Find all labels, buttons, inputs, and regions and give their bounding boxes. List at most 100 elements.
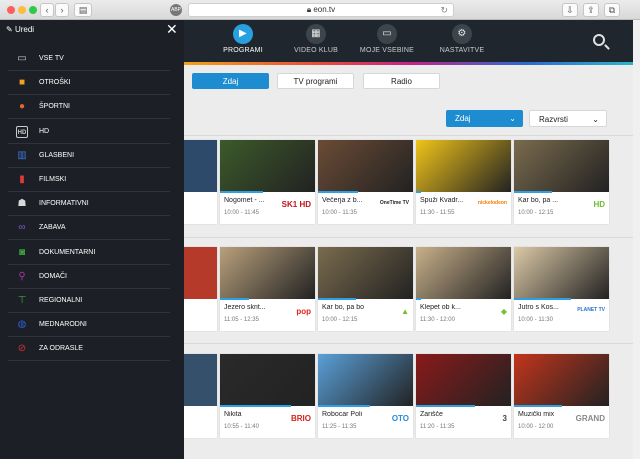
zoom-window-button[interactable] xyxy=(29,6,37,14)
tabs-overview-icon[interactable]: ⧉ xyxy=(604,3,620,17)
category-label: DOMAČI xyxy=(39,272,67,280)
program-card[interactable]: Večerja z b... 10:00 - 11:35 OneTime TV xyxy=(318,140,413,224)
program-card[interactable]: Jutro s Kos... 10:00 - 11:30 PLANET TV xyxy=(514,247,609,331)
minimize-window-button[interactable] xyxy=(18,6,26,14)
search-icon[interactable] xyxy=(593,34,605,46)
progress-bar xyxy=(220,191,263,193)
program-time: 11:30 - 12:00 xyxy=(420,317,455,323)
channel-logo: ▲ xyxy=(401,307,409,316)
program-card[interactable]: Kar bo, pa bo 10:00 - 12:15 ▲ xyxy=(318,247,413,331)
channel-logo: pop xyxy=(296,307,311,316)
nav-label: MOJE VSEBINE xyxy=(359,47,415,54)
nav-label: PROGRAMI xyxy=(223,47,263,54)
location-pin-icon: ⚲ xyxy=(18,270,26,282)
tab-tv-programi[interactable]: TV programi xyxy=(277,73,354,89)
category-item[interactable]: ∞ ZABAVA xyxy=(8,216,170,241)
progress-bar xyxy=(514,405,562,407)
app-header: ▶ PROGRAMI ▦ VIDEO KLUB ▭ MOJE VSEBINE ⚙… xyxy=(184,20,640,62)
edit-button[interactable]: ✎ Uredi xyxy=(6,25,34,34)
program-card[interactable]: Nogomet - ... 10:00 - 11:45 SK1 HD xyxy=(220,140,315,224)
category-item[interactable]: ⊤ REGIONALNI xyxy=(8,289,170,313)
program-thumbnail xyxy=(318,354,413,406)
sidebar-toggle-icon[interactable]: ▤ xyxy=(74,3,92,17)
url-text: eon.tv xyxy=(313,5,336,14)
program-card[interactable]: Žarišče 11:20 - 11:35 3 xyxy=(416,354,511,438)
scrollbar[interactable] xyxy=(633,20,640,459)
nav-moje-vsebine[interactable]: ▭ MOJE VSEBINE xyxy=(352,24,422,54)
category-item[interactable]: ■ OTROŠKI xyxy=(8,71,170,96)
nav-video-klub[interactable]: ▦ VIDEO KLUB xyxy=(281,24,351,54)
kids-icon: ■ xyxy=(18,77,26,89)
program-card[interactable]: Spuži Kvadr... 11:30 - 11:55 nickelodeon xyxy=(416,140,511,224)
program-title: Kar bo, pa bo xyxy=(322,304,365,311)
film-reel-icon: ▮ xyxy=(19,174,25,185)
category-item[interactable]: HD HD xyxy=(8,120,170,144)
back-button[interactable]: ‹ xyxy=(40,3,54,17)
category-item[interactable]: ⚲ DOMAČI xyxy=(8,265,170,289)
progress-bar xyxy=(514,298,571,300)
time-filter-dropdown[interactable]: Zdaj ⌄ xyxy=(446,110,523,127)
program-card[interactable]: Klepet ob k... 11:30 - 12:00 ◆ xyxy=(416,247,511,331)
program-thumbnail xyxy=(220,247,315,299)
sort-dropdown[interactable]: Razvrsti ⌄ xyxy=(529,110,607,127)
progress-bar xyxy=(220,298,249,300)
category-item[interactable]: ▮ FILMSKI xyxy=(8,168,170,192)
program-time: 10:00 - 12:00 xyxy=(518,424,554,430)
progress-bar xyxy=(416,298,421,300)
close-icon[interactable]: ✕ xyxy=(166,21,178,38)
nav-programi[interactable]: ▶ PROGRAMI xyxy=(208,24,278,54)
program-card[interactable]: Jezero skrit... 11:05 - 12:35 pop xyxy=(220,247,315,331)
program-title: Jezero skrit... xyxy=(224,304,266,311)
news-anchor-icon: ☗ xyxy=(17,198,27,210)
channel-logo: SK1 HD xyxy=(281,200,311,209)
forward-button[interactable]: › xyxy=(55,3,69,17)
category-label: ŠPORTNI xyxy=(39,103,70,111)
nav-nastavitve[interactable]: ⚙ NASTAVITVE xyxy=(427,24,497,54)
program-time: 11:05 - 12:35 xyxy=(224,317,259,323)
row-divider xyxy=(184,237,640,238)
pencil-icon: ✎ xyxy=(6,25,13,34)
program-card[interactable]: Robocar Poli 11:25 - 11:35 OTO xyxy=(318,354,413,438)
downloads-icon[interactable]: ⇩ xyxy=(562,3,578,17)
side-menu-header: ✎ Uredi ✕ xyxy=(0,20,184,42)
category-item[interactable]: ◙ DOKUMENTARNI xyxy=(8,241,170,265)
program-thumbnail xyxy=(220,140,315,192)
program-title: Kar bo, pa ... xyxy=(518,197,559,204)
program-time: 10:00 - 11:35 xyxy=(322,210,357,216)
tv-program-icon: ▶ xyxy=(233,24,253,44)
program-card[interactable]: Muzički mix 10:00 - 12:00 GRAND xyxy=(514,354,609,438)
program-thumbnail xyxy=(514,247,609,299)
category-item[interactable]: ● ŠPORTNI xyxy=(8,95,170,120)
program-card[interactable]: Kar bo, pa ... 10:00 - 12:15 HD xyxy=(514,140,609,224)
channel-logo: ◆ xyxy=(500,307,507,316)
category-label: REGIONALNI xyxy=(39,297,83,304)
adblock-extension-icon[interactable]: ABP xyxy=(170,4,182,16)
share-icon[interactable]: ⇪ xyxy=(583,3,599,17)
program-card[interactable]: Nikita 10:55 - 11:40 BRIO xyxy=(220,354,315,438)
tab-radio[interactable]: Radio xyxy=(363,73,440,89)
category-item[interactable]: ▥ GLASBENI xyxy=(8,144,170,168)
folder-icon: ▭ xyxy=(377,24,397,44)
category-label: HD xyxy=(39,127,50,135)
channel-logo: GRAND xyxy=(575,414,605,423)
piano-icon: ▥ xyxy=(17,149,27,161)
category-item[interactable]: ◍ MEDNARODNI xyxy=(8,313,170,338)
program-title: Robocar Poli xyxy=(322,411,363,418)
category-item[interactable]: ☗ INFORMATIVNI xyxy=(8,192,170,217)
main-content: Zdaj TV programi Radio Zdaj ⌄ Razvrsti ⌄… xyxy=(122,65,640,459)
program-title: Nikita xyxy=(224,411,242,418)
sort-value: Razvrsti xyxy=(539,115,568,124)
address-bar[interactable]: 🔒︎ eon.tv ↻ xyxy=(188,3,454,17)
category-item[interactable]: ⊘ ZA ODRASLE xyxy=(8,337,170,362)
time-filter-value: Zdaj xyxy=(455,114,471,123)
category-item[interactable]: ▭ VSE TV xyxy=(8,47,170,71)
hd-icon: HD xyxy=(16,125,28,138)
program-thumbnail xyxy=(416,354,511,406)
close-window-button[interactable] xyxy=(7,6,15,14)
program-title: Žarišče xyxy=(420,411,443,418)
tab-zdaj[interactable]: Zdaj xyxy=(192,73,269,89)
nav-label: VIDEO KLUB xyxy=(293,47,338,54)
edit-label: Uredi xyxy=(14,25,35,34)
reload-icon[interactable]: ↻ xyxy=(440,4,448,16)
program-thumbnail xyxy=(514,354,609,406)
